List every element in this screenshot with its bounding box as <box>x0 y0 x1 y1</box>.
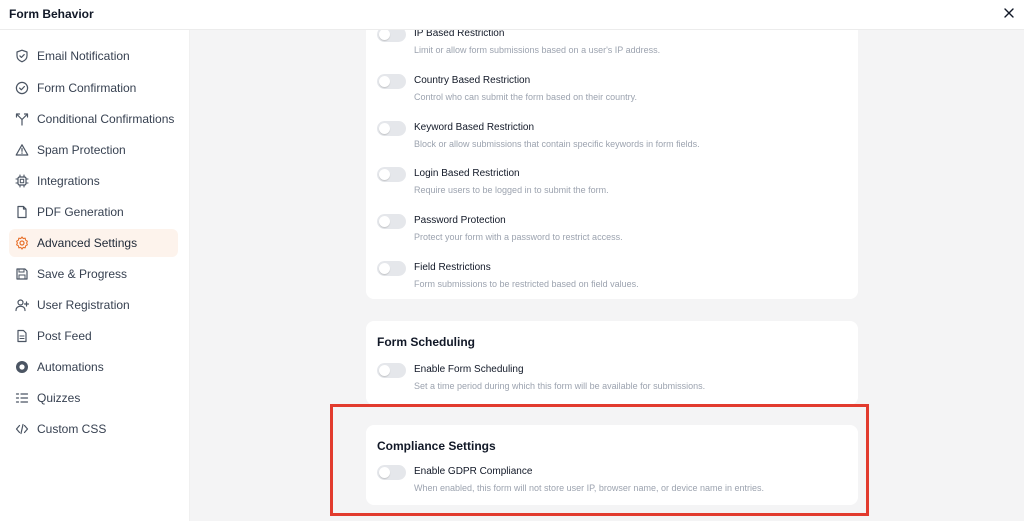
sidebar-item-label: Save & Progress <box>37 267 128 281</box>
check-circle-icon <box>15 81 29 95</box>
sidebar-item-label: Form Confirmation <box>37 81 137 95</box>
warning-icon <box>15 143 29 157</box>
sidebar-item-label: Conditional Confirmations <box>37 112 175 126</box>
code-icon <box>15 422 29 436</box>
sidebar-item-form-confirmation[interactable]: Form Confirmation <box>9 74 178 102</box>
sidebar-item-pdf-generation[interactable]: PDF Generation <box>9 198 178 226</box>
setting-description: Require users to be logged in to submit … <box>414 185 609 195</box>
post-icon <box>15 329 29 343</box>
login-restriction-toggle[interactable] <box>377 167 406 182</box>
sidebar-item-integrations[interactable]: Integrations <box>9 167 178 195</box>
close-button[interactable] <box>1000 4 1018 22</box>
settings-sidebar: Email Notification Form Confirmation Con… <box>0 30 190 521</box>
window-title: Form Behavior <box>9 7 94 21</box>
sidebar-item-spam-protection[interactable]: Spam Protection <box>9 136 178 164</box>
sidebar-item-label: Spam Protection <box>37 143 126 157</box>
sidebar-item-label: User Registration <box>37 298 130 312</box>
split-arrow-icon <box>15 112 29 126</box>
sidebar-item-email-notification[interactable]: Email Notification <box>9 42 178 70</box>
document-icon <box>15 205 29 219</box>
sidebar-item-user-registration[interactable]: User Registration <box>9 291 178 319</box>
setting-title: Password Protection <box>414 215 506 226</box>
setting-description: Control who can submit the form based on… <box>414 92 637 102</box>
highlight-box <box>330 404 869 516</box>
sidebar-item-save-progress[interactable]: Save & Progress <box>9 260 178 288</box>
country-restriction-toggle[interactable] <box>377 74 406 89</box>
chip-icon <box>15 174 29 188</box>
save-icon <box>15 267 29 281</box>
setting-description: Form submissions to be restricted based … <box>414 279 639 289</box>
ip-restriction-toggle[interactable] <box>377 30 406 42</box>
sidebar-item-label: Integrations <box>37 174 100 188</box>
sidebar-item-label: Email Notification <box>37 49 130 63</box>
field-restrictions-toggle[interactable] <box>377 261 406 276</box>
gear-icon <box>15 236 29 250</box>
close-icon <box>1004 8 1014 18</box>
sidebar-item-label: PDF Generation <box>37 205 124 219</box>
user-plus-icon <box>15 298 29 312</box>
setting-title: Keyword Based Restriction <box>414 122 535 133</box>
setting-description: Block or allow submissions that contain … <box>414 139 700 149</box>
setting-title: Field Restrictions <box>414 262 491 273</box>
setting-title: IP Based Restriction <box>414 30 505 39</box>
shield-icon <box>15 49 29 63</box>
sidebar-item-custom-css[interactable]: Custom CSS <box>9 415 178 443</box>
password-protection-toggle[interactable] <box>377 214 406 229</box>
form-scheduling-toggle[interactable] <box>377 363 406 378</box>
list-icon <box>15 391 29 405</box>
card-heading: Form Scheduling <box>377 335 476 349</box>
sidebar-item-label: Post Feed <box>37 329 92 343</box>
window-titlebar: Form Behavior <box>0 0 1024 30</box>
sidebar-item-label: Advanced Settings <box>37 236 138 250</box>
setting-description: Set a time period during which this form… <box>414 381 706 391</box>
sidebar-item-quizzes[interactable]: Quizzes <box>9 384 178 412</box>
sidebar-item-post-feed[interactable]: Post Feed <box>9 322 178 350</box>
setting-description: Limit or allow form submissions based on… <box>414 45 661 55</box>
restrictions-card: IP Based Restriction Limit or allow form… <box>366 30 858 299</box>
setting-title: Enable Form Scheduling <box>414 364 524 375</box>
sidebar-item-conditional-confirmations[interactable]: Conditional Confirmations <box>9 105 178 133</box>
sidebar-item-label: Automations <box>37 360 104 374</box>
keyword-restriction-toggle[interactable] <box>377 121 406 136</box>
setting-title: Country Based Restriction <box>414 75 531 86</box>
sidebar-item-label: Custom CSS <box>37 422 107 436</box>
setting-title: Login Based Restriction <box>414 168 520 179</box>
sidebar-item-automations[interactable]: Automations <box>9 353 178 381</box>
sidebar-item-label: Quizzes <box>37 391 81 405</box>
sidebar-item-advanced-settings[interactable]: Advanced Settings <box>9 229 178 257</box>
setting-description: Protect your form with a password to res… <box>414 232 623 242</box>
form-scheduling-card: Form Scheduling Enable Form Scheduling S… <box>366 321 858 405</box>
automation-icon <box>15 360 29 374</box>
